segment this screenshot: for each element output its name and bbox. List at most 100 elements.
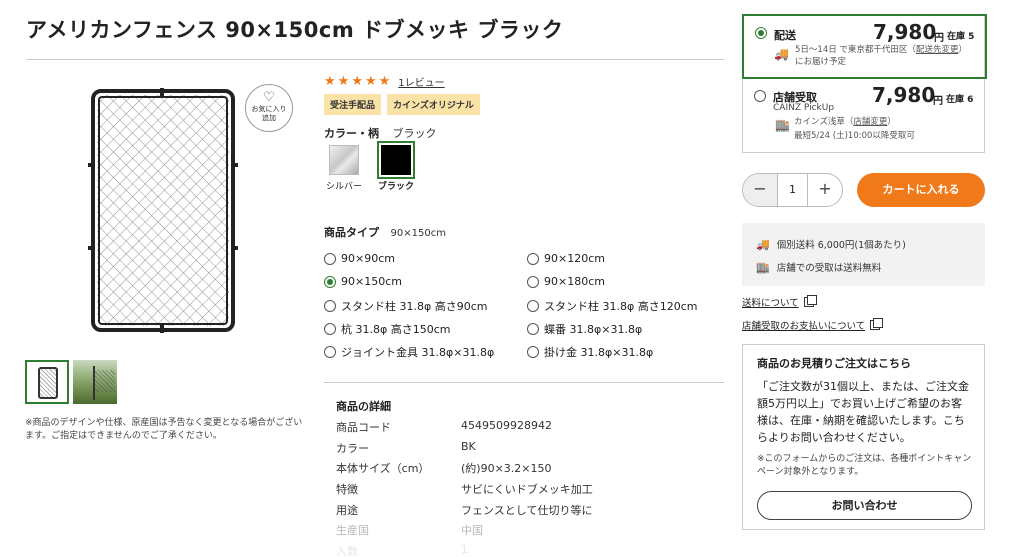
type-option[interactable]: 掛け金 31.8φ×31.8φ [527, 344, 653, 360]
spec-value: 4549509928942 [461, 419, 552, 432]
radio-icon [324, 252, 336, 265]
store-icon: 🏬 [756, 260, 770, 274]
radio-icon[interactable] [754, 90, 766, 102]
radio-icon [324, 346, 336, 358]
details-divider [324, 382, 724, 383]
thumbnail-2[interactable] [73, 360, 117, 404]
type-option-selected[interactable]: 90×150cm [324, 275, 402, 288]
type-option[interactable]: 杭 31.8φ 高さ150cm [324, 321, 451, 337]
fulfillment-card: 配送 7,980 円 在庫 5 🚚 5日〜14日 で東京都千代田区（配送先変更）… [742, 14, 987, 153]
delivery-option[interactable]: 配送 7,980 円 在庫 5 🚚 5日〜14日 で東京都千代田区（配送先変更）… [742, 14, 987, 79]
radio-icon [527, 252, 539, 265]
star-icon: ★ [351, 74, 363, 89]
swatch-label: ブラック [378, 182, 415, 192]
silver-swatch [329, 145, 359, 175]
delivery-stock: 在庫 5 [947, 32, 975, 42]
favorite-button[interactable]: ♡ お気に入り 追加 [245, 84, 293, 132]
spec-value: サビにくいドブメッキ加工 [461, 483, 593, 496]
increase-quantity-button[interactable]: + [808, 174, 842, 206]
type-option[interactable]: スタンド柱 31.8φ 高さ90cm [324, 298, 488, 314]
fence-thumbnail-image [38, 367, 58, 399]
star-icon: ★ [337, 74, 350, 89]
payment-info-link[interactable]: 店舗受取のお支払いについて [742, 318, 884, 332]
image-disclaimer: ※商品のデザインや仕様、原産国は予告なく変更となる場合がございます。ご指定はでき… [25, 418, 303, 441]
favorite-label: お気に入り [251, 105, 287, 113]
inquiry-note: ※このフォームからのご注文は、各種ポイントキャンペーン対象外となります。 [757, 454, 972, 477]
heart-icon: ♡ [263, 90, 275, 105]
type-option[interactable]: 90×180cm [527, 275, 605, 288]
star-icon: ★ [364, 74, 377, 89]
bulk-inquiry-box: 商品のお見積りご注文はこちら 「ご注文数が31個以上、または、ご注文金額5万円以… [742, 344, 985, 530]
pickup-sub: CAINZ PickUp [773, 103, 835, 113]
quantity-stepper: − 1 + [742, 173, 843, 207]
inquiry-button[interactable]: お問い合わせ [757, 491, 972, 520]
badge-list: 受注手配品 カインズオリジナル [324, 94, 480, 115]
type-option-label: ジョイント金具 31.8φ×31.8φ [341, 346, 495, 359]
shipping-info: 🚚 個別送料 6,000円(1個あたり) 🏬 店舗での受取は送料無料 [742, 223, 985, 286]
product-title: アメリカンフェンス 90×150cm ドブメッキ ブラック [26, 18, 564, 42]
delivery-price: 7,980 [873, 20, 937, 44]
radio-icon [527, 346, 539, 358]
radio-checked-icon [755, 27, 767, 39]
external-link-icon [803, 295, 817, 307]
shipping-info-link[interactable]: 送料について [742, 295, 817, 309]
type-option[interactable]: ジョイント金具 31.8φ×31.8φ [324, 344, 494, 360]
store-icon: 🏬 [775, 118, 790, 132]
badge-cainz-original: カインズオリジナル [387, 94, 480, 115]
title-divider [26, 59, 724, 60]
product-main-image[interactable] [88, 88, 238, 333]
radio-checked-icon [324, 275, 336, 288]
thumbnail-list [25, 360, 117, 404]
add-to-cart-button[interactable]: カートに入れる [857, 173, 985, 207]
type-option-label: スタンド柱 31.8φ 高さ90cm [341, 300, 488, 313]
spec-key: 用途 [336, 504, 358, 517]
type-option[interactable]: 蝶番 31.8φ×31.8φ [527, 321, 642, 337]
spec-key: 本体サイズ（cm） [336, 462, 430, 475]
type-option[interactable]: 90×90cm [324, 252, 395, 265]
black-swatch [377, 141, 415, 179]
star-icon: ★ [324, 74, 336, 89]
type-option-label: 90×180cm [544, 275, 605, 288]
pickup-price: 7,980 [872, 83, 936, 107]
type-option-label: 90×90cm [341, 252, 395, 265]
change-address-link[interactable]: 配送先変更 [916, 45, 959, 55]
decrease-quantity-button[interactable]: − [743, 174, 777, 206]
pickup-stock: 在庫 6 [946, 95, 974, 105]
delivery-eta: 5日〜14日 で東京都千代田区（配送先変更）にお届け予定 [795, 44, 975, 68]
swatch-label: シルバー [326, 182, 363, 192]
color-option-black[interactable]: ブラック [377, 141, 415, 192]
shipping-fee-line: 🚚 個別送料 6,000円(1個あたり) [756, 237, 906, 252]
store-free-line: 🏬 店舗での受取は送料無料 [756, 260, 881, 275]
delivery-yen: 円 [934, 33, 944, 44]
color-selected: ブラック [392, 127, 437, 140]
review-link[interactable]: 1レビュー [398, 74, 444, 89]
payment-info-link-text: 店舗受取のお支払いについて [742, 321, 866, 332]
spec-value: 1 [461, 543, 468, 556]
change-store-link[interactable]: 店舗変更 [853, 117, 887, 127]
pickup-store-end: ） [887, 117, 896, 127]
truck-icon: 🚚 [756, 237, 770, 251]
spec-key: 生産国 [336, 524, 369, 537]
pickup-store-name: カインズ浅草（ [794, 117, 854, 127]
type-option[interactable]: 90×120cm [527, 252, 605, 265]
type-option-label: 杭 31.8φ 高さ150cm [341, 323, 451, 336]
pickup-yen: 円 [933, 96, 943, 107]
type-option[interactable]: スタンド柱 31.8φ 高さ120cm [527, 298, 698, 314]
rating: ★ ★ ★ ★ ★ 1レビュー [324, 74, 445, 89]
thumbnail-1[interactable] [25, 360, 69, 404]
type-option-label: 掛け金 31.8φ×31.8φ [544, 346, 654, 359]
type-option-label: 90×120cm [544, 252, 605, 265]
delivery-label: 配送 [774, 29, 796, 42]
truck-icon: 🚚 [774, 47, 789, 61]
pickup-store: カインズ浅草（店舗変更） [794, 116, 974, 128]
type-option-label: スタンド柱 31.8φ 高さ120cm [544, 300, 698, 313]
shipping-fee-text: 個別送料 6,000円(1個あたり) [776, 240, 906, 251]
color-option-silver[interactable]: シルバー [326, 145, 362, 192]
radio-icon [527, 300, 539, 312]
spec-value: フェンスとして仕切り等に [461, 504, 593, 517]
delivery-eta-text: 5日〜14日 で東京都千代田区（ [795, 45, 916, 55]
quantity-input[interactable]: 1 [777, 174, 808, 206]
color-heading: カラー・柄 ブラック [324, 125, 437, 141]
type-heading: 商品タイプ 90×150cm [324, 224, 446, 240]
fence-photo-thumbnail-image [73, 360, 117, 404]
